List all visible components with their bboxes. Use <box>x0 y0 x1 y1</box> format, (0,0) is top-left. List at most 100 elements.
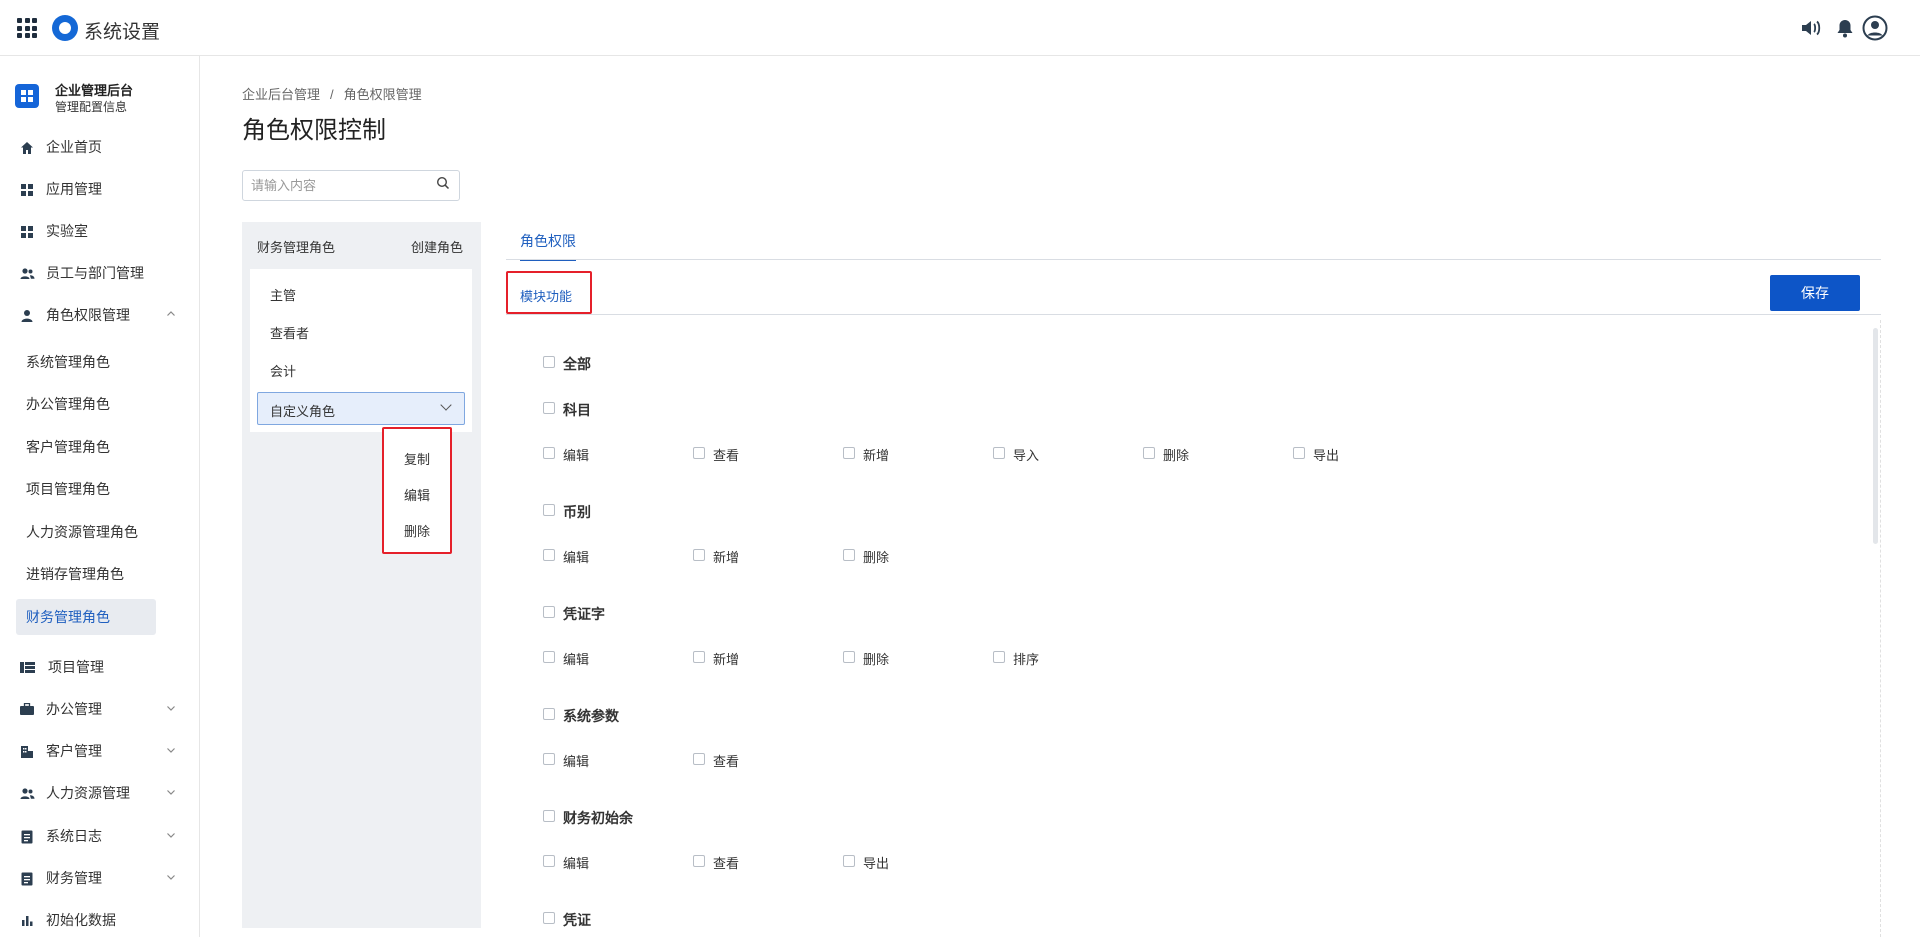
sidebar-item-home[interactable]: 企业首页 <box>0 130 199 164</box>
option-label: 新增 <box>713 550 740 565</box>
sidebar-item-finance[interactable]: 财务管理 <box>0 861 199 895</box>
checkbox-voucher-word-sort[interactable] <box>993 651 1005 663</box>
sidebar-subitem-inventory-role[interactable]: 进销存管理角色 <box>16 556 156 592</box>
checkbox-subject-edit[interactable] <box>543 447 555 459</box>
role-item-viewer[interactable]: 查看者 <box>270 323 309 342</box>
role-item-manager[interactable]: 主管 <box>270 285 296 304</box>
checkbox-voucher-word-edit[interactable] <box>543 651 555 663</box>
checkbox-system-params-edit[interactable] <box>543 753 555 765</box>
option-label: 查看 <box>713 448 740 463</box>
permission-list: 全部 科目 编辑 查看 新增 导入 删除 导出 币别 编辑 新增 删除 凭证字 … <box>506 320 1881 937</box>
sidebar-subitem-office-role[interactable]: 办公管理角色 <box>16 386 156 422</box>
sidebar-subitem-finance-role[interactable]: 财务管理角色 <box>16 599 156 635</box>
sidebar-subitem-system-role[interactable]: 系统管理角色 <box>16 344 156 380</box>
checkbox-opening-balance-export[interactable] <box>843 855 855 867</box>
create-role-button[interactable]: 创建角色 <box>411 237 463 256</box>
scrollbar-thumb[interactable] <box>1873 328 1878 544</box>
app-title: 系统设置 <box>84 22 161 43</box>
checkbox-currency-delete[interactable] <box>843 549 855 561</box>
checkbox-group-voucher[interactable] <box>543 912 555 924</box>
role-item-accountant[interactable]: 会计 <box>270 361 296 380</box>
checkbox-subject-export[interactable] <box>1293 447 1305 459</box>
sidebar-item-label: 办公管理 <box>46 701 102 717</box>
checkbox-voucher-word-add[interactable] <box>693 651 705 663</box>
checkbox-voucher-word-delete[interactable] <box>843 651 855 663</box>
role-group-title: 财务管理角色 <box>257 240 336 255</box>
checkbox-subject-delete[interactable] <box>1143 447 1155 459</box>
checkbox-subject-add[interactable] <box>843 447 855 459</box>
sidebar: 企业管理后台 管理配置信息 企业首页 应用管理 实验室 员工与部门管理 角色权限… <box>0 56 200 937</box>
chevron-down-icon <box>166 861 176 895</box>
checkbox-group-system-params[interactable] <box>543 708 555 720</box>
list-icon <box>18 650 36 684</box>
menu-item-copy[interactable]: 复制 <box>384 449 450 468</box>
checkbox-opening-balance-edit[interactable] <box>543 855 555 867</box>
sidebar-subitem-hr-role[interactable]: 人力资源管理角色 <box>16 514 156 550</box>
search-input[interactable] <box>244 172 424 199</box>
option-label: 编辑 <box>563 856 590 871</box>
permission-area-border <box>1880 320 1881 937</box>
sidebar-item-system-log[interactable]: 系统日志 <box>0 819 199 853</box>
chevron-down-icon[interactable] <box>440 399 452 411</box>
sidebar-item-hr[interactable]: 人力资源管理 <box>0 776 199 810</box>
option-label: 导出 <box>863 856 890 871</box>
sidebar-item-label: 初始化数据 <box>46 912 116 928</box>
checkbox-subject-import[interactable] <box>993 447 1005 459</box>
menu-item-delete[interactable]: 删除 <box>384 521 450 540</box>
sidebar-item-label: 项目管理 <box>48 659 104 675</box>
sidebar-subitem-customer-role[interactable]: 客户管理角色 <box>16 429 156 465</box>
app-logo <box>52 15 78 41</box>
breadcrumb-root[interactable]: 企业后台管理 <box>242 87 320 102</box>
sidebar-item-label: 人力资源管理 <box>46 785 130 801</box>
bar-chart-icon <box>18 903 36 937</box>
building-icon <box>18 734 36 768</box>
role-item-custom-selected[interactable]: 自定义角色 <box>257 392 465 425</box>
checkbox-currency-add[interactable] <box>693 549 705 561</box>
option-label: 编辑 <box>563 448 590 463</box>
checkbox-opening-balance-view[interactable] <box>693 855 705 867</box>
checkbox-all-label: 全部 <box>563 356 591 372</box>
sidebar-item-role-permission[interactable]: 角色权限管理 <box>0 298 199 332</box>
users-icon <box>18 776 36 810</box>
brand-subtitle: 管理配置信息 <box>55 100 128 114</box>
checkbox-all[interactable] <box>543 356 555 368</box>
sidebar-item-label: 应用管理 <box>46 181 102 197</box>
document-icon <box>18 861 36 895</box>
save-button[interactable]: 保存 <box>1770 275 1860 311</box>
checkbox-group-subject[interactable] <box>543 402 555 414</box>
sidebar-item-project[interactable]: 项目管理 <box>0 650 199 684</box>
checkbox-group-opening-balance[interactable] <box>543 810 555 822</box>
checkbox-system-params-view[interactable] <box>693 753 705 765</box>
group-label-subject: 科目 <box>563 402 591 418</box>
sidebar-item-lab[interactable]: 实验室 <box>0 214 199 248</box>
menu-item-edit[interactable]: 编辑 <box>384 485 450 504</box>
sidebar-item-label: 角色权限管理 <box>46 307 130 323</box>
option-label: 导入 <box>1013 448 1040 463</box>
tab-module-function[interactable]: 模块功能 <box>506 271 592 314</box>
user-avatar-icon[interactable] <box>1862 15 1888 41</box>
search-icon[interactable] <box>436 176 450 190</box>
speaker-icon[interactable] <box>1800 18 1822 38</box>
checkbox-group-voucher-word[interactable] <box>543 606 555 618</box>
sidebar-item-customer[interactable]: 客户管理 <box>0 734 199 768</box>
tab-module-function-label: 模块功能 <box>520 289 573 304</box>
option-label: 排序 <box>1013 652 1040 667</box>
apps-grid-icon[interactable] <box>17 18 37 38</box>
checkbox-currency-edit[interactable] <box>543 549 555 561</box>
chevron-down-icon <box>166 776 176 810</box>
sidebar-subitem-project-role[interactable]: 项目管理角色 <box>16 471 156 507</box>
checkbox-group-currency[interactable] <box>543 504 555 516</box>
bell-icon[interactable] <box>1835 18 1855 38</box>
top-bar-actions <box>1800 15 1920 41</box>
users-icon <box>18 256 36 290</box>
checkbox-subject-view[interactable] <box>693 447 705 459</box>
module-divider <box>506 314 1881 315</box>
sidebar-item-init-data[interactable]: 初始化数据 <box>0 903 199 937</box>
group-label-voucher: 凭证 <box>563 912 591 928</box>
sidebar-item-office[interactable]: 办公管理 <box>0 692 199 726</box>
sidebar-item-staff[interactable]: 员工与部门管理 <box>0 256 199 290</box>
breadcrumb: 企业后台管理 / 角色权限管理 <box>242 84 422 103</box>
tab-role-permission[interactable]: 角色权限 <box>520 231 576 261</box>
sidebar-item-apps[interactable]: 应用管理 <box>0 172 199 206</box>
top-bar: 系统设置 <box>0 0 1920 56</box>
